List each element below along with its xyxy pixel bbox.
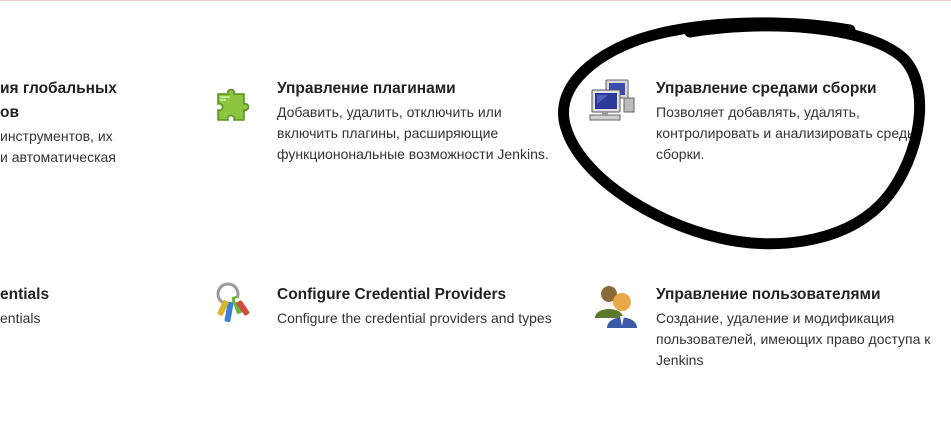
card-manage-plugins[interactable]: Управление плагинами Добавить, удалить, … xyxy=(212,78,582,168)
card-description-line2: включить плагины, расширяющие xyxy=(277,125,499,141)
card-description-line1: Создание, удаление и модификация xyxy=(656,310,895,326)
card-description-line2: контролировать и анализировать среды xyxy=(656,125,918,141)
card-title: Configure Credential Providers xyxy=(277,286,507,303)
card-description-line3: сборки. xyxy=(656,146,705,162)
card-configure-credential-providers[interactable]: Configure Credential Providers Configure… xyxy=(212,282,582,334)
card-title: ия глобальных xyxy=(0,80,117,97)
card-title: Управление средами сборки xyxy=(656,80,877,97)
card-title: Управление пользователями xyxy=(656,286,881,303)
card-description-line2: и автоматическая xyxy=(0,149,116,165)
card-manage-nodes[interactable]: Управление средами сборки Позволяет доба… xyxy=(588,78,951,168)
card-title-line2: ов xyxy=(0,104,19,121)
card-description-line3: Jenkins xyxy=(656,352,704,368)
card-title: entials xyxy=(0,286,50,303)
card-description-line1: Добавить, удалить, отключить или xyxy=(277,104,502,120)
card-description-line1: Позволяет добавлять, удалять, xyxy=(656,104,860,120)
puzzle-piece-icon xyxy=(212,80,260,128)
card-credentials[interactable]: entials entials xyxy=(0,284,180,334)
top-border xyxy=(0,0,951,1)
card-manage-users[interactable]: Управление пользователями Создание, удал… xyxy=(588,284,951,374)
card-global-tool-configuration[interactable]: ия глобальных ов инструментов, их и авто… xyxy=(0,78,180,178)
card-title: Управление плагинами xyxy=(277,80,456,97)
card-description-line3: функционональные возможности Jenkins. xyxy=(277,146,549,162)
card-description: entials xyxy=(0,310,41,326)
computer-nodes-icon xyxy=(588,78,636,126)
keys-icon xyxy=(212,280,260,328)
card-description-line2: пользователей, имеющих право доступа к xyxy=(656,331,931,347)
card-description-line1: инструментов, их xyxy=(0,128,113,144)
card-description: Configure the credential providers and t… xyxy=(277,310,552,326)
users-icon xyxy=(592,282,640,330)
